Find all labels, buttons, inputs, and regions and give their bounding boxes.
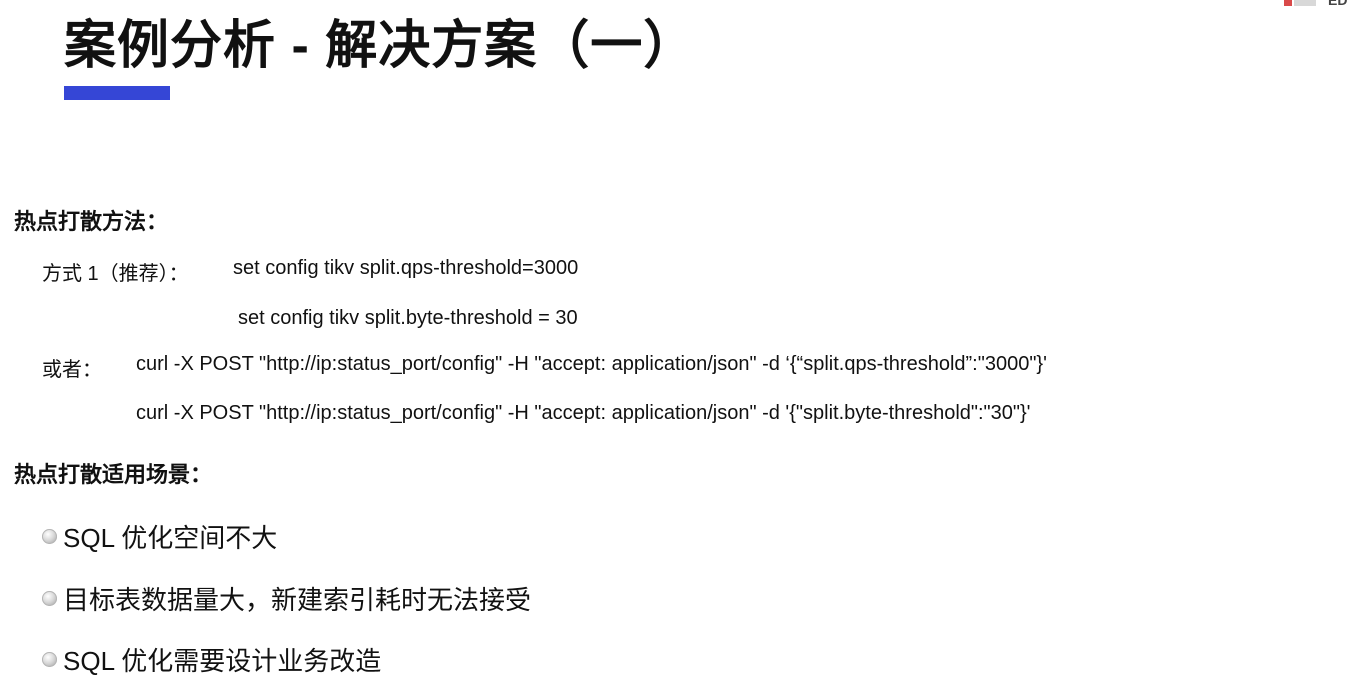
title-accent-bar xyxy=(64,86,170,100)
method-heading: 热点打散方法： xyxy=(14,209,169,234)
logo-gray-mark xyxy=(1294,0,1316,6)
bullet-dot-icon xyxy=(42,652,57,667)
list-item: 目标表数据量大，新建索引耗时无法接受 xyxy=(42,580,531,617)
slide-title: 案例分析 - 解决方案（一） xyxy=(64,17,697,75)
scenarios-heading: 热点打散适用场景： xyxy=(14,462,213,487)
list-item-text: 目标表数据量大，新建索引耗时无法接受 xyxy=(63,585,532,615)
option1-label: 方式 1（推荐）： xyxy=(42,263,189,285)
logo-red-mark xyxy=(1284,0,1292,6)
option1-command-qps: set config tikv split.qps-threshold=3000 xyxy=(233,257,579,279)
bullet-dot-icon xyxy=(42,529,57,544)
option2-command-byte: curl -X POST "http://ip:status_port/conf… xyxy=(136,402,1031,424)
list-item-text: SQL 优化需要设计业务改造 xyxy=(63,646,382,676)
list-item: SQL 优化需要设计业务改造 xyxy=(42,641,381,678)
bullet-dot-icon xyxy=(42,591,57,606)
list-item-text: SQL 优化空间不大 xyxy=(63,523,278,553)
option2-command-qps: curl -X POST "http://ip:status_port/conf… xyxy=(136,353,1047,375)
option1-command-byte: set config tikv split.byte-threshold = 3… xyxy=(238,307,578,329)
logo-text: ED xyxy=(1328,0,1348,8)
option2-label: 或者： xyxy=(42,359,102,381)
list-item: SQL 优化空间不大 xyxy=(42,518,277,555)
corner-logo: ED xyxy=(1278,0,1352,12)
